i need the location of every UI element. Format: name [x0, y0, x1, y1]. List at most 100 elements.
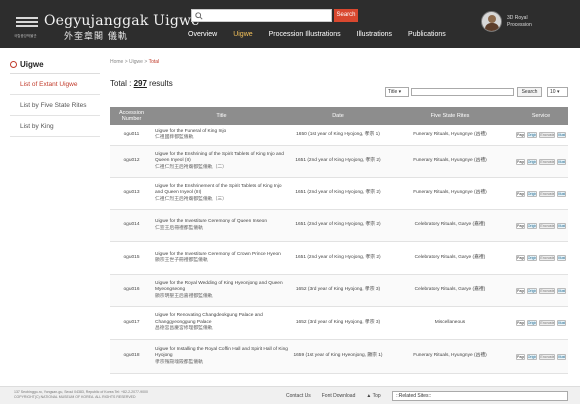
filter-field-value: Title [388, 89, 398, 95]
title-hanja: 顯宗明聖王后嘉禮都監儀軌 [155, 293, 213, 299]
site-title[interactable]: Oegyujanggak Uigwe [44, 13, 200, 29]
illustrations-button[interactable]: Illustrations [557, 255, 566, 261]
illustrations-button[interactable]: Illustrations [557, 132, 566, 138]
uigwe-date: 1651 (2nd year of King Hyojong, 孝宗 2) [295, 254, 381, 260]
nav-overview[interactable]: Overview [188, 28, 217, 42]
nav-uigwe[interactable]: Uigwe [233, 28, 252, 42]
contact-us-link[interactable]: Contact Us [286, 393, 311, 399]
service-buttons: Page ViewOriginal CoverEncrusted Illustr… [514, 146, 568, 177]
uigwe-rite: Funerary Rituals, Hyungnye (凶禮) [413, 131, 487, 137]
title-hanja: 顯宗王世子冊禮都監儀軌 [155, 258, 208, 263]
encrusted-illustrations-button[interactable]: Encrusted Illustrations [539, 353, 555, 360]
encrusted-illustrations-button[interactable]: Encrusted Illustrations [539, 320, 555, 326]
sidebar-item-extant-uigwe[interactable]: List of Extant Uigwe [10, 74, 100, 95]
uigwe-date: 1651 (2nd year of King Hyojong, 孝宗 2) [295, 158, 381, 164]
uigwe-table: Accession Number Title Date Five State R… [110, 107, 568, 374]
uigwe-title: Uigwe for Installing the Royal Coffin Ha… [153, 340, 290, 373]
filter-field-select[interactable]: Title ▾ [385, 87, 409, 97]
royal-procession-avatar[interactable] [481, 11, 502, 32]
related-sites-select[interactable]: ::Related Sites:: [392, 391, 568, 401]
table-row: ogu012 Uigwe for the Enshrining of the Sp… [110, 146, 568, 178]
col-service: Service [531, 113, 551, 119]
illustrations-button[interactable]: Illustrations [557, 190, 566, 197]
original-cover-button[interactable]: Original Cover [526, 222, 538, 229]
original-cover-button[interactable]: Original Cover [526, 320, 538, 326]
title-english[interactable]: Uigwe for Renovating Changdeokgung Palac… [155, 313, 288, 326]
illustrations-button[interactable]: Illustrations [557, 158, 566, 165]
original-cover-button[interactable]: Original Cover [526, 255, 538, 261]
encrusted-illustrations-button[interactable]: Encrusted Illustrations [539, 222, 555, 229]
global-search-button[interactable]: Search [334, 9, 358, 22]
filter-search-button[interactable]: Search [517, 87, 542, 97]
table-row: ogu016 Uigwe for the Royal Wedding of Kin… [110, 275, 568, 307]
page-view-button[interactable]: Page View [516, 255, 525, 261]
page-view-button[interactable]: Page View [516, 287, 525, 294]
page-size-value: 10 [550, 89, 556, 95]
main-nav: Overview Uigwe Procession Illustrations … [188, 28, 462, 42]
nav-publications[interactable]: Publications [408, 28, 446, 42]
breadcrumb-home[interactable]: Home [110, 59, 123, 65]
global-search-input[interactable] [191, 9, 332, 22]
museum-logo-icon[interactable] [16, 17, 38, 31]
filter-search-input[interactable] [411, 88, 514, 96]
table-header: Accession Number Title Date Five State R… [110, 107, 568, 125]
encrusted-illustrations-button[interactable]: Encrusted Illustrations [539, 190, 555, 197]
illustrations-button[interactable]: Illustrations [557, 287, 566, 294]
original-cover-button[interactable]: Original Cover [526, 287, 538, 294]
nav-procession-illustrations[interactable]: Procession Illustrations [269, 28, 341, 42]
page-view-button[interactable]: Page View [516, 158, 525, 165]
original-cover-button[interactable]: Original Cover [526, 190, 538, 197]
illustrations-button[interactable]: Illustrations [557, 353, 566, 360]
page-view-button[interactable]: Page View [516, 353, 525, 360]
nav-illustrations[interactable]: Illustrations [357, 28, 392, 42]
service-buttons: Page ViewOriginal CoverEncrusted Illustr… [514, 242, 568, 274]
sidebar-header: Uigwe [10, 56, 100, 74]
original-cover-button[interactable]: Original Cover [526, 158, 538, 165]
accession-number: ogu012 [123, 158, 140, 164]
illustrations-button[interactable]: Illustrations [557, 320, 566, 326]
result-count: Total : 297 results [110, 79, 173, 88]
related-sites-value: ::Related Sites:: [396, 393, 432, 399]
site-title-hanja: 外奎章閣 儀軌 [64, 32, 128, 42]
page-view-button[interactable]: Page View [516, 222, 525, 229]
illustrations-button[interactable]: Illustrations [557, 222, 566, 229]
uigwe-rite: Funerary Rituals, Hyungnye (凶禮) [413, 158, 487, 164]
page-view-button[interactable]: Page View [516, 132, 525, 138]
encrusted-illustrations-button[interactable]: Encrusted Illustrations [539, 158, 555, 165]
title-english[interactable]: Uigwe for the Royal Wedding of King Hyeo… [155, 281, 288, 294]
page-view-button[interactable]: Page View [516, 320, 525, 326]
result-label: Total : [110, 79, 132, 88]
font-download-link[interactable]: Font Download [322, 393, 356, 399]
title-english[interactable]: Uigwe for Installing the Royal Coffin Ha… [155, 347, 288, 360]
uigwe-date: 1650 (1st year of King Hyojong, 孝宗 1) [296, 131, 380, 137]
col-date: Date [332, 113, 344, 119]
accession-number: ogu013 [123, 190, 140, 196]
original-cover-button[interactable]: Original Cover [526, 132, 538, 138]
sidebar-item-by-king[interactable]: List by King [10, 116, 100, 137]
col-title: Title [216, 113, 227, 119]
accession-number: ogu015 [123, 254, 140, 260]
uigwe-date: 1652 (3rd year of King Hyojong, 孝宗 3) [295, 287, 381, 293]
title-english[interactable]: Uigwe for the Enshrining of the Spirit T… [155, 152, 288, 165]
logo-subtitle: 국립중앙박물관 [14, 34, 37, 38]
encrusted-illustrations-button[interactable]: Encrusted Illustrations [539, 287, 555, 294]
top-link[interactable]: ▲ Top [366, 393, 391, 399]
encrusted-illustrations-button[interactable]: Encrusted Illustrations [539, 255, 555, 261]
footer-address: 137 Seobinggo-ro, Yongsan-gu, Seoul 0438… [14, 390, 148, 399]
service-buttons: Page ViewOriginal CoverEncrusted Illustr… [514, 125, 568, 145]
breadcrumb-uigwe[interactable]: Uigwe [129, 59, 143, 65]
accession-number: ogu017 [123, 319, 140, 325]
accession-number: ogu018 [123, 353, 140, 359]
title-hanja: 昌德宮昌慶宮修理都監儀軌 [155, 326, 213, 332]
title-hanja: 仁宣王后冊禮都監儀軌 [155, 225, 203, 231]
title-english[interactable]: Uigwe for the Enshrinement of the Spirit… [155, 184, 288, 197]
sidebar-item-five-state-rites[interactable]: List by Five State Rites [10, 95, 100, 116]
table-row: ogu014 Uigwe for the Investiture Ceremony… [110, 210, 568, 242]
royal-procession-link[interactable]: 3D Royal Procession [507, 15, 547, 29]
breadcrumb: Home > Uigwe > Total [110, 59, 160, 65]
table-row: ogu013 Uigwe for the Enshrinement of the … [110, 178, 568, 210]
page-size-select[interactable]: 10 ▾ [547, 87, 568, 97]
page-view-button[interactable]: Page View [516, 190, 525, 197]
original-cover-button[interactable]: Original Cover [526, 353, 538, 360]
encrusted-illustrations-button[interactable]: Encrusted Illustrations [539, 132, 555, 138]
